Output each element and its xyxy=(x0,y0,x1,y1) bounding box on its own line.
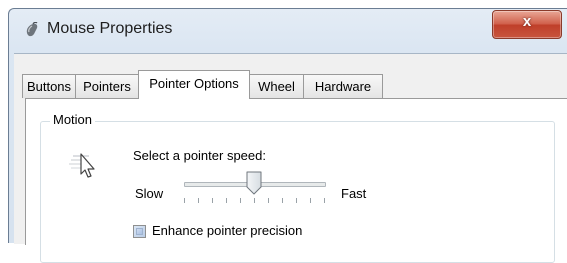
mouse-icon xyxy=(26,22,38,37)
slider-tick xyxy=(268,198,269,203)
fast-label: Fast xyxy=(341,186,367,201)
slider-tick xyxy=(296,198,297,203)
slider-tick xyxy=(310,198,311,203)
slider-tick xyxy=(226,198,227,203)
slider-tick xyxy=(254,198,255,203)
slider-tick xyxy=(184,198,185,203)
pointer-speed-ticks xyxy=(184,198,326,204)
tab-buttons[interactable]: Buttons xyxy=(22,74,76,98)
slider-tick xyxy=(282,198,283,203)
window-title: Mouse Properties xyxy=(47,20,173,37)
tab-wheel[interactable]: Wheel xyxy=(249,74,304,98)
tab-pointer-options[interactable]: Pointer Options xyxy=(138,70,250,99)
enhance-precision-checkbox[interactable] xyxy=(133,225,146,238)
slider-tick xyxy=(198,198,199,203)
close-icon: x xyxy=(522,13,532,30)
pointer-speed-icon xyxy=(69,153,95,178)
tab-pointers[interactable]: Pointers xyxy=(75,74,139,98)
pointer-speed-prompt: Select a pointer speed: xyxy=(133,148,266,163)
pointer-speed-slider-thumb[interactable] xyxy=(245,171,263,195)
slider-tick xyxy=(212,198,213,203)
tab-hardware[interactable]: Hardware xyxy=(303,74,383,98)
title-bar[interactable]: Mouse Properties x xyxy=(9,9,567,53)
enhance-precision-label[interactable]: Enhance pointer precision xyxy=(152,223,302,238)
close-button[interactable]: x xyxy=(492,10,562,39)
slow-label: Slow xyxy=(135,186,164,201)
motion-group-label: Motion xyxy=(50,112,96,127)
slider-tick xyxy=(324,198,325,203)
slider-tick xyxy=(240,198,241,203)
mouse-properties-window: Mouse Properties x Buttons Pointers Poin… xyxy=(8,8,567,263)
dialog-client-area: Buttons Pointers Pointer Options Wheel H… xyxy=(14,53,567,263)
tab-panel-pointer-options: Motion Select a pointer speed: Slow Fast… xyxy=(25,98,567,263)
